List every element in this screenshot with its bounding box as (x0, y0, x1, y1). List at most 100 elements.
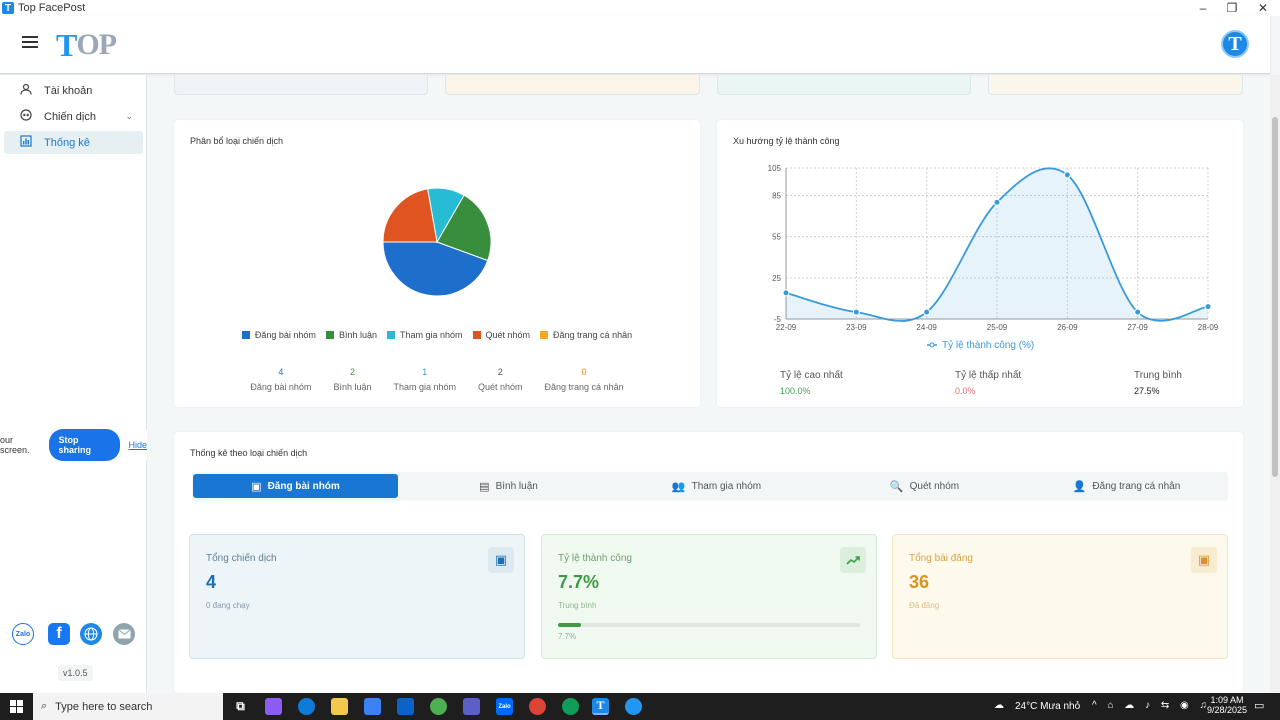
tab-profile-post[interactable]: 👤 Đăng trang cá nhân (1024, 474, 1229, 498)
sidebar-item-label: Chiến dịch (44, 110, 96, 123)
restore-button[interactable]: ❐ (1217, 0, 1247, 16)
legend-label: Quét nhóm (485, 330, 531, 340)
system-tray-icons[interactable]: ^ ⌂ ☁ ♪ ⇆ ◉ ♫ (1092, 700, 1211, 711)
minimize-button[interactable]: – (1188, 0, 1218, 16)
edge-icon[interactable] (298, 698, 315, 715)
legend-item[interactable]: Đăng trang cá nhân (540, 330, 632, 340)
hide-link[interactable]: Hide (128, 440, 147, 450)
legend-label: Bình luận (338, 330, 377, 340)
outlook-icon[interactable] (397, 698, 414, 715)
sidebar-item-statistics[interactable]: Thống kê (4, 131, 143, 154)
facebook-icon[interactable]: f (48, 623, 70, 645)
sidebar-item-label: Thống kê (44, 136, 90, 149)
count-item: 0 Đăng trang cá nhân (544, 367, 624, 392)
window-title: Top FacePost (18, 2, 86, 14)
comment-icon: ▤ (479, 480, 490, 493)
sidebar: Tài khoản Chiến dịch ⌄ Thống kê our scre… (0, 75, 147, 693)
max-stat: Tỷ lệ cao nhất 100.0% (780, 370, 843, 396)
trending-up-icon (840, 547, 866, 573)
data-point[interactable] (1204, 303, 1212, 311)
legend-label[interactable]: Tỷ lệ thành công (%) (942, 339, 1034, 351)
chrome-profile-icon[interactable] (562, 698, 579, 715)
count-item: 1 Tham gia nhóm (393, 367, 456, 392)
legend-swatch (472, 331, 481, 339)
y-tick-label: 105 (768, 164, 782, 173)
menu-icon[interactable] (22, 36, 38, 50)
count-item: 2 Quét nhóm (478, 367, 523, 392)
post-add-icon: ▣ (1191, 547, 1217, 573)
avatar[interactable]: T (1221, 30, 1249, 58)
legend-item[interactable]: Quét nhóm (472, 330, 531, 340)
x-tick-label: 27-09 (1127, 323, 1148, 332)
close-button[interactable]: ✕ (1248, 0, 1278, 16)
legend-swatch (386, 331, 395, 339)
pie-slice (382, 188, 438, 243)
data-point[interactable] (923, 308, 931, 316)
legend-swatch (325, 331, 334, 339)
search-icon: ⌕ (41, 700, 48, 712)
success-progress-bar (558, 623, 860, 627)
stop-sharing-button[interactable]: Stop sharing (48, 429, 121, 461)
clock[interactable]: 1:09 AM 9/28/2025 (1204, 695, 1250, 715)
x-tick-label: 22-09 (776, 323, 797, 332)
scrollbar-thumb[interactable] (1272, 117, 1278, 477)
data-point[interactable] (782, 289, 790, 297)
top-card-3 (717, 75, 971, 95)
app-header: T OP T (0, 16, 1270, 74)
count-item: 4 Đăng bài nhóm (250, 367, 312, 392)
chevron-down-icon[interactable]: ⌄ (125, 111, 133, 122)
legend-label: Tham gia nhóm (399, 330, 463, 340)
legend-item[interactable]: Đăng bài nhóm (241, 330, 316, 340)
legend-item[interactable]: Bình luận (325, 330, 377, 340)
messenger-icon[interactable] (625, 698, 642, 715)
top-card-1 (174, 75, 428, 95)
app-green-icon[interactable] (430, 698, 447, 715)
chrome-icon[interactable] (529, 698, 546, 715)
store-icon[interactable] (364, 698, 381, 715)
line-chart: -525558510522-09 23-09 24-09 25-09 26-09 27-0… (768, 164, 1219, 351)
data-point[interactable] (1063, 171, 1071, 179)
type-tabs: ▣ Đăng bài nhóm ▤ Bình luận 👥 Tham gia nhóm… (192, 472, 1228, 501)
weather-text[interactable]: 24°C Mưa nhỏ (1015, 701, 1080, 712)
by-type-title: Thống kê theo loại chiến dịch (190, 448, 308, 458)
tab-group-post[interactable]: ▣ Đăng bài nhóm (193, 474, 398, 498)
post-add-icon: ▣ (251, 480, 262, 493)
zalo-taskbar-icon[interactable]: Zalo (496, 698, 513, 715)
topfacepost-taskbar-icon[interactable]: T (592, 698, 609, 715)
legend-swatch (241, 331, 250, 339)
search-placeholder: Type here to search (55, 700, 153, 713)
group-icon: 👥 (671, 480, 686, 493)
tab-scan-group[interactable]: 🔍 Quét nhóm (822, 474, 1027, 498)
sidebar-item-accounts[interactable]: Tài khoản (4, 79, 143, 102)
data-point[interactable] (1134, 308, 1142, 316)
file-explorer-icon[interactable] (331, 698, 348, 715)
sidebar-item-campaigns[interactable]: Chiến dịch ⌄ (4, 105, 143, 128)
legend-marker-dot (929, 342, 935, 348)
legend-item[interactable]: Tham gia nhóm (386, 330, 463, 340)
chart-icon (18, 135, 34, 150)
x-tick-label: 26-09 (1057, 323, 1078, 332)
screen-share-bar: our screen. Stop sharing Hide (0, 429, 147, 461)
teams-icon[interactable] (463, 698, 480, 715)
globe-icon[interactable] (80, 623, 102, 645)
tab-comment[interactable]: ▤ Bình luận (406, 474, 611, 498)
copilot-icon[interactable] (265, 698, 282, 715)
trend-card: Xu hướng tỷ lệ thành công -5 25 55 85 105 22-… (717, 120, 1243, 407)
post-add-icon: ▣ (488, 547, 514, 573)
tab-join-group[interactable]: 👥 Tham gia nhóm (614, 474, 819, 498)
notification-icon[interactable]: ▭ (1254, 699, 1264, 712)
data-point[interactable] (852, 308, 860, 316)
x-tick-label: 24-09 (916, 323, 937, 332)
weather-icon[interactable]: ☁ (994, 700, 1004, 711)
email-icon[interactable] (113, 623, 135, 645)
data-point[interactable] (993, 198, 1001, 206)
page-scrollbar[interactable] (1270, 75, 1280, 693)
zalo-icon[interactable]: Zalo (12, 623, 34, 645)
taskbar-search[interactable]: ⌕ Type here to search (33, 693, 223, 720)
success-rate-card: Tỷ lệ thành công 7.7% Trung bình 7.7% (541, 534, 877, 659)
windows-start-icon[interactable] (10, 700, 23, 716)
task-view-icon[interactable]: ⧉ (232, 698, 249, 715)
campaign-icon (18, 109, 34, 124)
share-text: our screen. (0, 435, 30, 455)
success-progress-fill (558, 623, 582, 627)
